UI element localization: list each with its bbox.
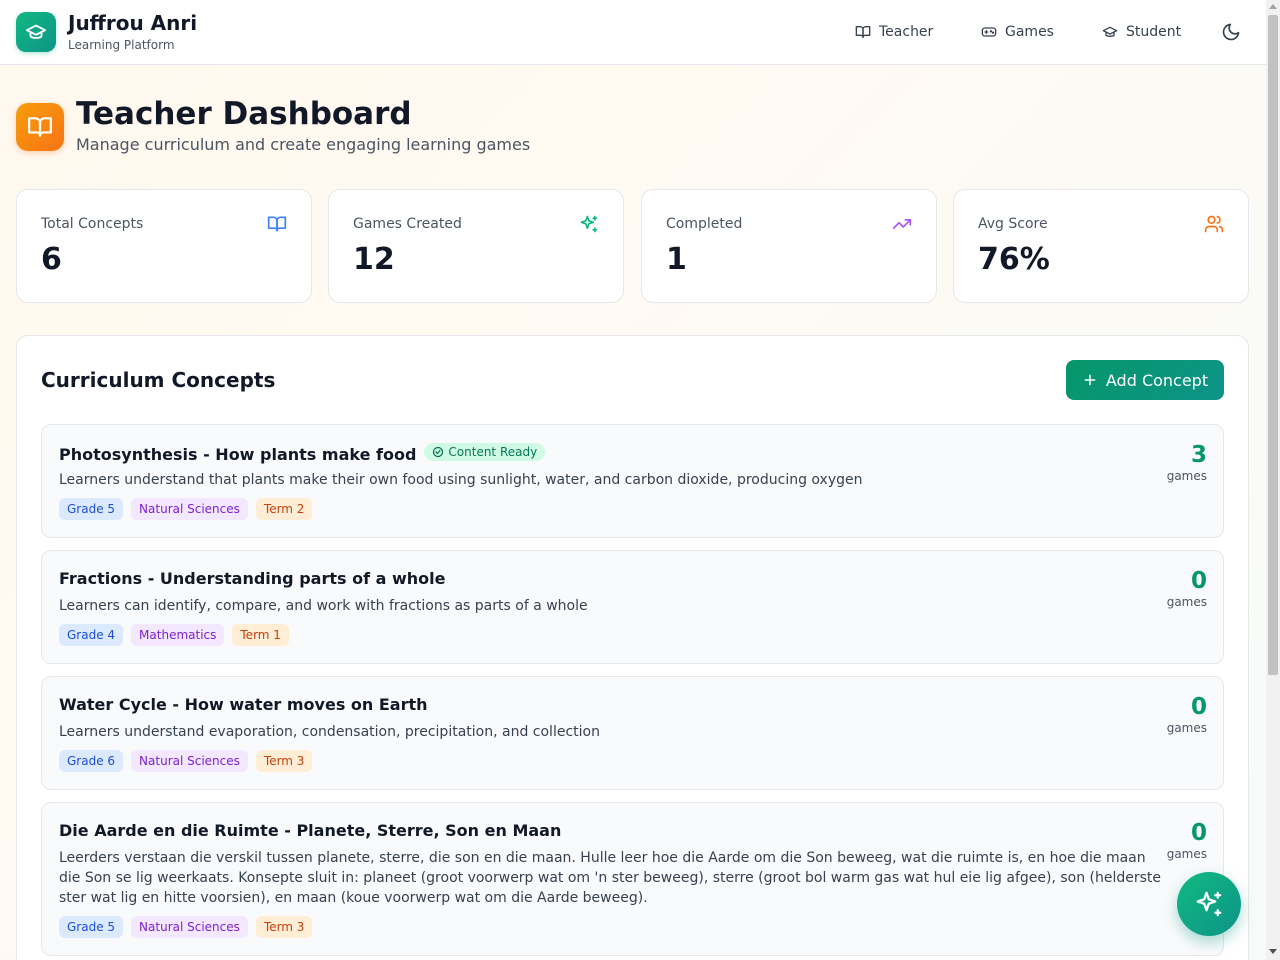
concept-card[interactable]: Water Cycle - How water moves on Earth L… [41, 676, 1224, 790]
concept-card[interactable]: Photosynthesis - How plants make food Con… [41, 424, 1224, 538]
games-count-value: 0 [1190, 694, 1207, 720]
trending-up-icon [892, 219, 912, 229]
games-count-label: games [1166, 595, 1207, 609]
term-tag: Term 3 [255, 750, 313, 772]
stat-card-avg-score: Avg Score 76% [953, 189, 1249, 303]
games-count: 3 games [1167, 441, 1207, 483]
stat-label: Games Created [353, 216, 462, 232]
games-count: 0 games [1167, 567, 1207, 609]
page-subtitle: Manage curriculum and create engaging le… [76, 135, 531, 154]
scroll-up-arrow-icon[interactable] [1269, 4, 1277, 9]
stat-card-completed: Completed 1 [641, 189, 937, 303]
concept-description: Learners understand that plants make the… [59, 472, 863, 488]
stat-value: 76% [978, 242, 1050, 277]
top-navigation-bar: Juffrou Anri Learning Platform Teacher G… [0, 0, 1266, 65]
nav-games-label: Games [1005, 24, 1054, 40]
content-ready-badge: Content Ready [424, 443, 546, 461]
panel-title: Curriculum Concepts [41, 368, 276, 392]
add-concept-label: Add Concept [1105, 370, 1209, 390]
concept-description: Learners understand evaporation, condens… [59, 724, 600, 740]
nav-teacher-label: Teacher [879, 24, 934, 40]
scroll-down-arrow-icon[interactable] [1269, 949, 1277, 954]
brand-title: Juffrou Anri [68, 11, 198, 35]
dark-mode-toggle[interactable] [1221, 22, 1241, 42]
games-count-label: games [1166, 469, 1207, 483]
games-count: 0 games [1167, 819, 1207, 861]
games-count: 0 games [1167, 693, 1207, 735]
games-count-label: games [1166, 721, 1207, 735]
stat-label: Total Concepts [41, 216, 144, 232]
stat-card-games-created: Games Created 12 [328, 189, 624, 303]
concept-tags: Grade 5 Natural Sciences Term 2 [59, 498, 313, 520]
subject-tag: Mathematics [131, 624, 225, 646]
grade-tag: Grade 4 [59, 624, 124, 646]
games-count-label: games [1166, 847, 1207, 861]
subject-tag: Natural Sciences [131, 916, 248, 938]
concept-title-text: Photosynthesis - How plants make food [59, 445, 417, 464]
moon-icon [1222, 23, 1240, 41]
concept-title: Photosynthesis - How plants make food Con… [59, 443, 546, 464]
check-circle-icon [433, 446, 444, 458]
concept-tags: Grade 5 Natural Sciences Term 3 [59, 916, 313, 938]
concept-description: Leerders verstaan die verskil tussen pla… [59, 850, 1162, 906]
stat-card-total-concepts: Total Concepts 6 [16, 189, 312, 303]
concept-tags: Grade 4 Mathematics Term 1 [59, 624, 289, 646]
term-tag: Term 1 [232, 624, 289, 646]
games-count-value: 0 [1190, 820, 1207, 846]
nav-games[interactable]: Games [981, 20, 1054, 44]
stat-label: Completed [666, 216, 743, 232]
concept-description: Learners can identify, compare, and work… [59, 598, 588, 614]
grade-tag: Grade 6 [59, 750, 124, 772]
stat-label: Avg Score [978, 216, 1048, 232]
curriculum-concepts-panel: Curriculum Concepts Add Concept Photosyn… [16, 335, 1249, 960]
games-count-value: 0 [1190, 568, 1207, 594]
graduation-cap-icon [1102, 26, 1118, 37]
graduation-cap-logo-icon[interactable] [16, 12, 56, 52]
scrollbar-thumb[interactable] [1268, 15, 1278, 675]
grade-tag: Grade 5 [59, 916, 124, 938]
ai-assistant-fab-button[interactable] [1177, 872, 1241, 936]
subject-tag: Natural Sciences [131, 498, 248, 520]
book-open-header-icon [16, 103, 64, 151]
grade-tag: Grade 5 [59, 498, 124, 520]
nav-student-label: Student [1126, 24, 1182, 40]
stat-value: 1 [666, 242, 687, 277]
term-tag: Term 3 [255, 916, 313, 938]
nav-teacher[interactable]: Teacher [855, 20, 933, 44]
sparkles-icon [580, 215, 598, 233]
stat-value: 12 [353, 242, 395, 277]
games-count-value: 3 [1190, 442, 1207, 468]
nav-student[interactable]: Student [1102, 20, 1181, 44]
sparkles-icon [1196, 891, 1222, 917]
concept-card[interactable]: Fractions - Understanding parts of a who… [41, 550, 1224, 664]
badge-label: Content Ready [448, 445, 538, 459]
users-icon [1204, 215, 1224, 233]
concept-title: Fractions - Understanding parts of a who… [59, 569, 446, 588]
brand-subtitle: Learning Platform [68, 38, 175, 52]
gamepad-icon [981, 27, 997, 37]
concept-title: Water Cycle - How water moves on Earth [59, 695, 428, 714]
term-tag: Term 2 [255, 498, 313, 520]
book-open-icon [855, 26, 871, 38]
stat-value: 6 [41, 242, 62, 277]
add-concept-button[interactable]: Add Concept [1066, 360, 1224, 400]
concept-title: Die Aarde en die Ruimte - Planete, Sterr… [59, 821, 562, 840]
concept-tags: Grade 6 Natural Sciences Term 3 [59, 750, 313, 772]
book-icon [267, 216, 287, 232]
page-title: Teacher Dashboard [76, 96, 412, 132]
plus-icon [1084, 374, 1096, 386]
subject-tag: Natural Sciences [131, 750, 248, 772]
concept-card[interactable]: Die Aarde en die Ruimte - Planete, Sterr… [41, 802, 1224, 956]
